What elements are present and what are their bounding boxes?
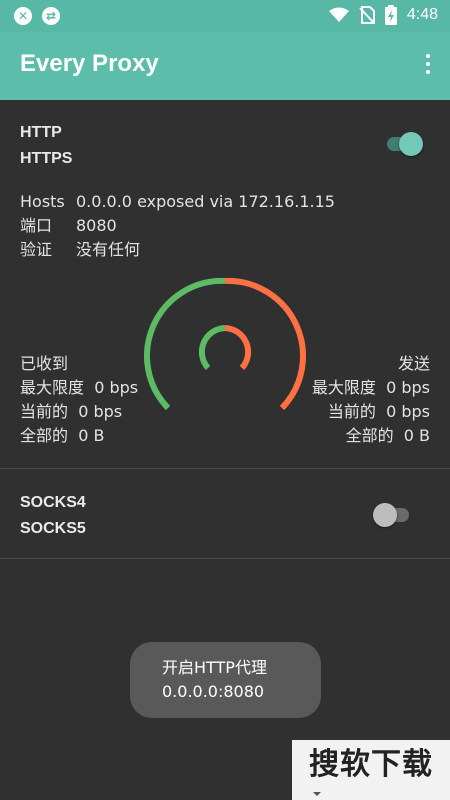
notification-sync-icon: ⇄ — [42, 7, 60, 25]
received-stats: 已收到 最大限度 0 bps 当前的 0 bps 全部的 0 B — [20, 352, 138, 448]
watermark-logo: 搜软下载 — [292, 740, 450, 800]
sent-total-row: 全部的 0 B — [312, 424, 430, 448]
overflow-menu-icon[interactable] — [422, 54, 434, 78]
auth-row: 验证 没有任何 — [20, 238, 335, 262]
socks-proxy-toggle[interactable] — [373, 503, 413, 527]
sent-current-value: 0 bps — [386, 402, 430, 421]
hosts-value: 0.0.0.0 exposed via 172.16.1.15 — [76, 192, 335, 211]
received-title: 已收到 — [20, 354, 69, 373]
toast-line-2: 0.0.0.0:8080 — [162, 682, 265, 701]
port-value: 8080 — [76, 216, 117, 235]
status-bar: ✕ ⇄ 4:48 — [0, 0, 450, 32]
divider — [0, 558, 450, 559]
received-max-label: 最大限度 — [20, 378, 85, 397]
received-total-label: 全部的 — [20, 426, 69, 445]
sent-max-label: 最大限度 — [311, 378, 376, 397]
http-proxy-toggle[interactable] — [383, 132, 423, 156]
sent-max-row: 最大限度 0 bps — [312, 376, 430, 400]
app-bar: Every Proxy — [0, 32, 450, 100]
divider — [0, 468, 450, 469]
protocol-socks5: SOCKS5 — [20, 520, 86, 537]
protocol-socks4: SOCKS4 — [20, 494, 86, 511]
port-row: 端口 8080 — [20, 214, 335, 238]
sent-current-label: 当前的 — [327, 402, 376, 421]
hosts-row: Hosts 0.0.0.0 exposed via 172.16.1.15 — [20, 190, 335, 214]
received-max-value: 0 bps — [94, 378, 139, 397]
received-current-label: 当前的 — [20, 402, 69, 421]
received-max-row: 最大限度 0 bps — [20, 376, 138, 400]
sent-current-row: 当前的 0 bps — [312, 400, 430, 424]
received-total-value: 0 B — [78, 426, 105, 445]
notification-close-icon: ✕ — [14, 7, 32, 25]
no-sim-icon — [359, 6, 375, 24]
down-arrow-icon — [313, 792, 321, 796]
hosts-label: Hosts — [20, 192, 65, 211]
gauge-received-inner — [198, 325, 226, 370]
gauge-sent-outer — [224, 277, 307, 411]
sent-max-value: 0 bps — [386, 378, 430, 397]
toast-message: 开启HTTP代理 0.0.0.0:8080 — [130, 642, 321, 718]
status-time: 4:48 — [406, 6, 438, 23]
app-title: Every Proxy — [20, 50, 159, 77]
received-total-row: 全部的 0 B — [20, 424, 138, 448]
battery-charging-icon — [384, 5, 397, 25]
gauge-received-outer — [143, 277, 226, 411]
auth-label: 验证 — [20, 240, 53, 259]
sent-stats: 发送 最大限度 0 bps 当前的 0 bps 全部的 0 B — [312, 352, 430, 448]
gauge-sent-inner — [224, 325, 252, 370]
sent-title: 发送 — [397, 354, 430, 373]
toast-line-1: 开启HTTP代理 — [162, 658, 267, 677]
traffic-gauge — [143, 277, 307, 411]
received-current-value: 0 bps — [78, 402, 123, 421]
protocol-http: HTTP — [20, 124, 62, 141]
protocol-https: HTTPS — [20, 150, 73, 167]
auth-value: 没有任何 — [76, 240, 141, 259]
sent-total-value: 0 B — [403, 426, 430, 445]
port-label: 端口 — [20, 216, 53, 235]
sent-total-label: 全部的 — [345, 426, 394, 445]
wifi-icon — [328, 7, 349, 22]
received-current-row: 当前的 0 bps — [20, 400, 138, 424]
